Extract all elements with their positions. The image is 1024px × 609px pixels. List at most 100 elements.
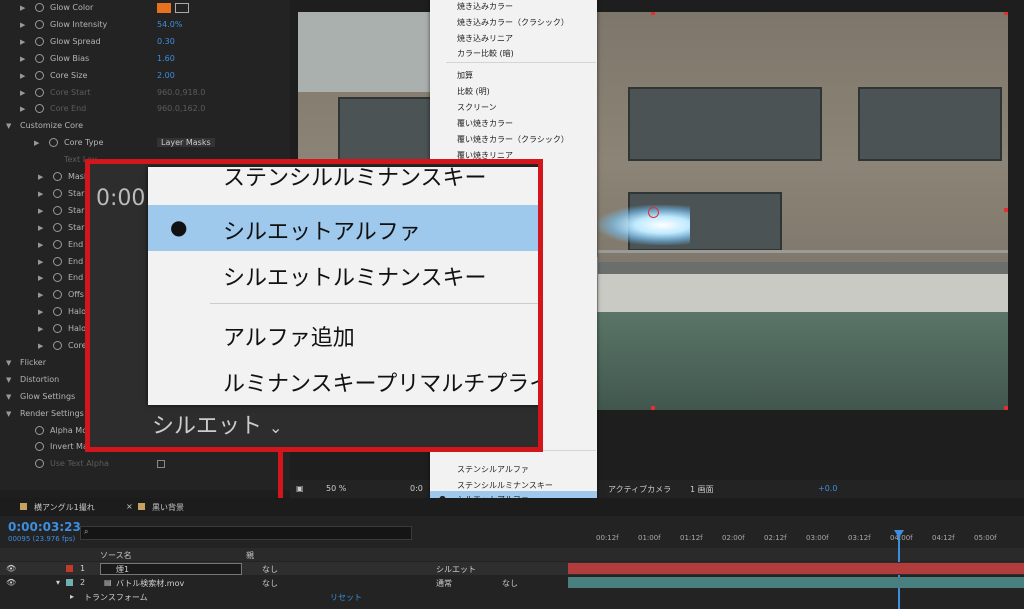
blend-mode-item[interactable]: ステンシルアルファ bbox=[430, 461, 597, 477]
effect-property-row[interactable]: ▶ Glow Color bbox=[0, 0, 290, 17]
chevron-right-icon[interactable]: ▶ bbox=[20, 38, 25, 46]
track-matte-select[interactable]: なし bbox=[502, 578, 518, 589]
exposure-value[interactable]: +0.0 bbox=[818, 484, 837, 493]
stopwatch-icon[interactable] bbox=[53, 188, 62, 198]
chevron-right-icon[interactable]: ▶ bbox=[20, 4, 25, 12]
effect-property-row[interactable]: ▶ Glow Intensity 54.0% bbox=[0, 17, 290, 34]
property-value[interactable]: 960.0,162.0 bbox=[157, 104, 205, 113]
chevron-down-icon[interactable]: ▼ bbox=[6, 376, 11, 384]
blend-mode-item[interactable]: 加算 bbox=[430, 67, 597, 83]
property-value[interactable]: 54.0% bbox=[157, 20, 182, 29]
label-color[interactable] bbox=[66, 565, 73, 572]
eye-icon[interactable]: 👁 bbox=[6, 578, 16, 587]
chevron-down-icon[interactable]: ▼ bbox=[6, 359, 11, 367]
stopwatch-icon[interactable] bbox=[53, 341, 62, 350]
chevron-down-icon[interactable]: ▼ bbox=[6, 410, 11, 418]
effect-property-row[interactable]: ▶ Glow Spread 0.30 bbox=[0, 34, 290, 51]
stopwatch-icon[interactable] bbox=[35, 104, 44, 114]
chevron-right-icon[interactable]: ▶ bbox=[20, 105, 25, 113]
stopwatch-icon[interactable] bbox=[35, 425, 44, 435]
layer-property-row[interactable]: ▸ トランスフォーム リセット bbox=[0, 590, 1024, 603]
property-value[interactable]: 960.0,918.0 bbox=[157, 88, 205, 97]
tab-comp-2[interactable]: 黒い背景 bbox=[152, 502, 184, 513]
stopwatch-icon[interactable] bbox=[35, 19, 44, 29]
property-value[interactable]: 1.60 bbox=[157, 54, 175, 63]
chevron-right-icon[interactable]: ▶ bbox=[20, 89, 25, 97]
blend-mode-item[interactable]: 焼き込みカラー bbox=[430, 0, 597, 14]
chevron-right-icon[interactable]: ▶ bbox=[34, 139, 39, 147]
chevron-right-icon[interactable]: ▶ bbox=[38, 241, 43, 249]
blend-mode-item[interactable]: 覆い焼きカラー（クラシック） bbox=[430, 131, 597, 147]
callout-menu-item[interactable]: シルエットルミナンスキー bbox=[148, 251, 538, 297]
layer-row[interactable]: 👁 1 煙1 なし シルエット bbox=[0, 562, 1024, 575]
tab-comp-1[interactable]: 横アングル1撮れ bbox=[34, 502, 95, 513]
color-swatch[interactable] bbox=[157, 3, 171, 13]
callout-menu-item[interactable]: ルミナンスキープリマルチプライ bbox=[148, 357, 538, 403]
stopwatch-icon[interactable] bbox=[53, 239, 62, 249]
stopwatch-icon[interactable] bbox=[53, 256, 62, 266]
stopwatch-icon[interactable] bbox=[53, 172, 62, 181]
timecode[interactable]: 0:00:03:23 bbox=[8, 520, 81, 534]
mode-select[interactable]: 通常 bbox=[436, 578, 452, 589]
eye-icon[interactable]: 👁 bbox=[6, 564, 16, 573]
parent-select[interactable]: なし bbox=[262, 564, 278, 575]
stopwatch-icon[interactable] bbox=[49, 138, 58, 148]
stopwatch-icon[interactable] bbox=[35, 53, 44, 63]
anchor-point-icon[interactable] bbox=[648, 207, 659, 218]
stopwatch-icon[interactable] bbox=[53, 290, 62, 300]
effect-property-row[interactable]: ▼ Customize Core bbox=[0, 118, 290, 135]
eyedropper-icon[interactable] bbox=[175, 3, 189, 13]
time-ruler[interactable]: 00:12f 01:00f 01:12f 02:00f 02:12f 03:00f 03:1… bbox=[596, 534, 1024, 546]
stopwatch-icon[interactable] bbox=[35, 442, 44, 452]
stopwatch-icon[interactable] bbox=[53, 273, 62, 283]
search-input[interactable]: ⌕ bbox=[80, 526, 412, 540]
callout-menu-item[interactable]: アルファ追加 bbox=[148, 311, 538, 357]
chevron-right-icon[interactable]: ▶ bbox=[38, 224, 43, 232]
checkbox[interactable] bbox=[157, 460, 165, 469]
layer-handle[interactable] bbox=[651, 406, 655, 410]
layer-handle[interactable] bbox=[1004, 12, 1008, 15]
chevron-right-icon[interactable]: ▶ bbox=[20, 72, 25, 80]
layer-handle[interactable] bbox=[1004, 406, 1008, 410]
camera-select[interactable]: アクティブカメラ bbox=[608, 484, 671, 495]
chevron-right-icon[interactable]: ▶ bbox=[38, 342, 43, 350]
chevron-right-icon[interactable]: ▶ bbox=[38, 291, 43, 299]
label-color[interactable] bbox=[66, 579, 73, 586]
chevron-right-icon[interactable]: ▶ bbox=[38, 308, 43, 316]
reset-link[interactable]: リセット bbox=[330, 592, 362, 603]
chevron-right-icon[interactable]: ▶ bbox=[38, 258, 43, 266]
stopwatch-icon[interactable] bbox=[35, 459, 44, 469]
views-select[interactable]: 1 画面 bbox=[690, 484, 714, 495]
chevron-right-icon[interactable]: ▶ bbox=[20, 55, 25, 63]
chevron-right-icon[interactable]: ▶ bbox=[38, 274, 43, 282]
effect-property-row[interactable]: ▶ Core Type Layer Masks bbox=[0, 135, 290, 152]
blend-mode-item[interactable]: スクリーン bbox=[430, 99, 597, 115]
chevron-right-icon[interactable]: ▶ bbox=[20, 21, 25, 29]
chevron-right-icon[interactable]: ▶ bbox=[38, 325, 43, 333]
stopwatch-icon[interactable] bbox=[35, 70, 44, 80]
chevron-right-icon[interactable]: ▶ bbox=[38, 190, 43, 198]
callout-menu-item[interactable]: ● シルエットアルファ bbox=[148, 205, 538, 251]
chevron-right-icon[interactable]: ▸ bbox=[70, 592, 74, 601]
blend-mode-item[interactable]: 焼き込みリニア bbox=[430, 30, 597, 46]
effect-property-row[interactable]: ▶ Core End 960.0,162.0 bbox=[0, 101, 290, 118]
effect-property-row[interactable]: ▶ Core Start 960.0,918.0 bbox=[0, 85, 290, 102]
stopwatch-icon[interactable] bbox=[35, 36, 44, 46]
layer-handle[interactable] bbox=[651, 12, 655, 15]
stopwatch-icon[interactable] bbox=[35, 87, 44, 97]
layer-row[interactable]: 👁 ▾ 2 ▤ バトル検索材.mov なし 通常 なし bbox=[0, 576, 1024, 589]
chevron-right-icon[interactable]: ▶ bbox=[38, 173, 43, 181]
stopwatch-icon[interactable] bbox=[53, 307, 62, 317]
property-value[interactable]: 2.00 bbox=[157, 71, 175, 80]
chevron-down-icon[interactable]: ▾ bbox=[56, 578, 60, 587]
layer-bar[interactable] bbox=[568, 563, 1024, 574]
layer-bar[interactable] bbox=[568, 577, 1024, 588]
blend-mode-item[interactable]: カラー比較 (暗) bbox=[430, 45, 597, 61]
property-value[interactable]: Layer Masks bbox=[157, 138, 215, 148]
chevron-right-icon[interactable]: ▶ bbox=[38, 207, 43, 215]
stopwatch-icon[interactable] bbox=[35, 3, 44, 12]
effect-property-row[interactable]: Use Text Alpha bbox=[0, 456, 290, 473]
chevron-down-icon[interactable]: ▼ bbox=[6, 393, 11, 401]
blend-mode-item[interactable]: 焼き込みカラー（クラシック） bbox=[430, 14, 597, 30]
layer-handle[interactable] bbox=[1004, 208, 1008, 212]
